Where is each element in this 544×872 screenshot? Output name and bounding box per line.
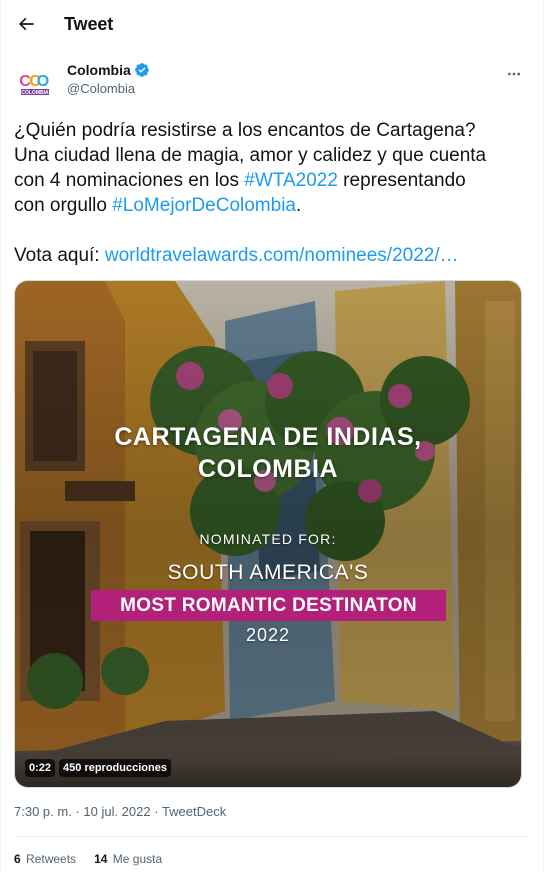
back-button[interactable] xyxy=(8,6,44,42)
tweet-time[interactable]: 7:30 p. m. xyxy=(14,804,72,819)
tweet-line-vote: Vota aquí: worldtravelawards.com/nominee… xyxy=(14,243,530,268)
tweet-text-fragment: . xyxy=(296,195,302,216)
video-year: 2022 xyxy=(245,625,291,645)
video-category-banner: MOST ROMANTIC DESTINATON xyxy=(91,590,446,621)
video-player[interactable]: CARTAGENA DE INDIAS, COLOMBIA NOMINATED … xyxy=(14,280,522,788)
svg-text:O: O xyxy=(37,73,49,90)
tweet-timestamp: 7:30 p. m. · 10 jul. 2022 · TweetDeck xyxy=(14,804,226,819)
divider xyxy=(14,836,530,837)
video-headline-line1: CARTAGENA DE INDIAS, xyxy=(114,423,422,451)
likes-count: 14 xyxy=(94,852,108,866)
vote-url-link[interactable]: worldtravelawards.com/nominees/2022/… xyxy=(105,245,459,266)
likes-stat[interactable]: 14 Me gusta xyxy=(94,852,162,866)
video-overlay: CARTAGENA DE INDIAS, COLOMBIA NOMINATED … xyxy=(15,281,521,787)
retweets-label: Retweets xyxy=(26,852,77,866)
tweet-author: C C O COLOMBIA Colombia @Colombia xyxy=(14,58,530,106)
tweet-text-fragment: con 4 nominaciones en los xyxy=(14,170,245,191)
video-category-line1: SOUTH AMERICA'S xyxy=(167,561,369,584)
tweet-line-3: con 4 nominaciones en los #WTA2022 repre… xyxy=(14,168,530,193)
video-badges: 0:22 450 reproducciones xyxy=(25,759,171,777)
vote-label: Vota aquí: xyxy=(14,245,105,266)
tweet-source[interactable]: TweetDeck xyxy=(162,804,226,819)
page-title: Tweet xyxy=(64,14,114,34)
tweet-line-4: con orgullo #LoMejorDeColombia. xyxy=(14,193,530,218)
tweet-line-2: Una ciudad llena de magia, amor y calide… xyxy=(14,145,487,166)
retweets-count: 6 xyxy=(14,852,21,866)
video-duration-badge: 0:22 xyxy=(25,759,56,777)
tweet-line-1: ¿Quién podría resistirse a los encantos … xyxy=(14,120,476,141)
svg-text:C: C xyxy=(19,73,31,90)
tweet-text-fragment: representando xyxy=(337,170,466,191)
video-nominated-label: NOMINATED FOR: xyxy=(199,531,337,547)
tweet-date[interactable]: 10 jul. 2022 xyxy=(83,804,150,819)
avatar[interactable]: C C O COLOMBIA xyxy=(14,60,56,102)
video-views-badge: 450 reproducciones xyxy=(59,759,171,777)
author-name-row: Colombia xyxy=(67,62,150,78)
tweet-stats: 6 Retweets 14 Me gusta xyxy=(14,852,162,866)
tweet-text: ¿Quién podría resistirse a los encantos … xyxy=(14,118,530,268)
video-category-line2: MOST ROMANTIC DESTINATON xyxy=(120,594,417,616)
likes-label: Me gusta xyxy=(112,852,163,866)
verified-badge-icon xyxy=(134,63,149,77)
more-horizontal-icon xyxy=(508,72,520,76)
more-options-button[interactable] xyxy=(498,60,530,88)
hashtag-wta2022-link[interactable]: #WTA2022 xyxy=(244,170,338,191)
video-headline-line2: COLOMBIA xyxy=(197,455,339,483)
frame-border-left xyxy=(0,0,1,872)
meta-separator: · xyxy=(71,804,84,819)
retweets-stat[interactable]: 6 Retweets xyxy=(14,852,76,866)
colombia-logo-icon: C C O COLOMBIA xyxy=(19,65,51,97)
meta-separator: · xyxy=(150,804,162,819)
arrow-left-icon xyxy=(18,17,34,31)
author-handle[interactable]: @Colombia xyxy=(67,81,135,96)
author-display-name[interactable]: Colombia xyxy=(67,62,131,78)
hashtag-lomejordecolombia-link[interactable]: #LoMejorDeColombia xyxy=(112,195,296,216)
svg-text:COLOMBIA: COLOMBIA xyxy=(21,90,49,96)
page-header: Tweet xyxy=(0,0,544,50)
tweet-text-fragment: con orgullo xyxy=(14,195,113,216)
